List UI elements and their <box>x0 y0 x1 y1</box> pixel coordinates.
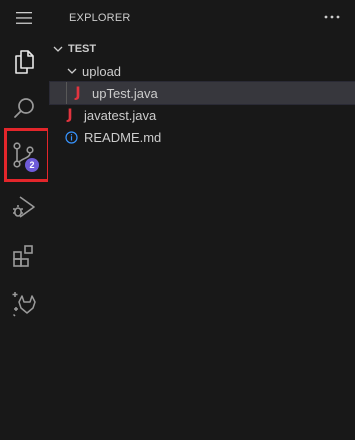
tree-root-label: TEST <box>68 43 97 55</box>
extensions-icon <box>13 245 33 267</box>
tree-file-uptest[interactable]: J upTest.java <box>49 81 355 105</box>
tree-file-label: README.md <box>84 129 162 145</box>
java-file-icon: J <box>67 107 73 123</box>
search-button[interactable] <box>0 84 48 132</box>
chevron-down-icon <box>50 41 66 57</box>
explorer-icon <box>15 50 34 74</box>
menu-icon <box>16 12 32 24</box>
explorer-sidebar: EXPLORER TEST upload J upTest.java J jav… <box>48 0 355 440</box>
search-icon <box>14 98 34 118</box>
indent-guide <box>66 82 67 104</box>
gitlab-button[interactable] <box>0 280 48 328</box>
more-actions-button[interactable] <box>319 6 345 28</box>
vscode-window: 2 EXPLORER TEST upload J upTest.java J j… <box>0 0 355 440</box>
chevron-down-icon <box>64 63 80 79</box>
activity-bar: 2 <box>0 0 50 440</box>
extensions-button[interactable] <box>0 232 48 280</box>
tree-file-javatest[interactable]: J javatest.java <box>48 104 355 126</box>
tree-folder-upload[interactable]: upload <box>48 60 355 82</box>
file-tree: TEST upload J upTest.java J javatest.jav… <box>48 38 355 148</box>
java-file-icon: J <box>75 85 81 101</box>
menu-button[interactable] <box>0 0 48 42</box>
source-control-badge: 2 <box>25 158 39 172</box>
run-debug-icon <box>13 196 35 218</box>
tree-root-test[interactable]: TEST <box>48 38 355 60</box>
tree-file-label: upTest.java <box>92 85 158 101</box>
tree-file-readme[interactable]: README.md <box>48 126 355 148</box>
run-debug-button[interactable] <box>0 183 48 231</box>
info-icon <box>64 130 78 144</box>
gitlab-icon <box>12 292 36 317</box>
ellipsis-icon <box>324 15 340 19</box>
explorer-button[interactable] <box>0 38 48 86</box>
source-control-button[interactable]: 2 <box>0 131 48 179</box>
tree-folder-label: upload <box>82 63 122 79</box>
tree-file-label: javatest.java <box>84 107 157 123</box>
sidebar-title: EXPLORER <box>69 12 131 24</box>
